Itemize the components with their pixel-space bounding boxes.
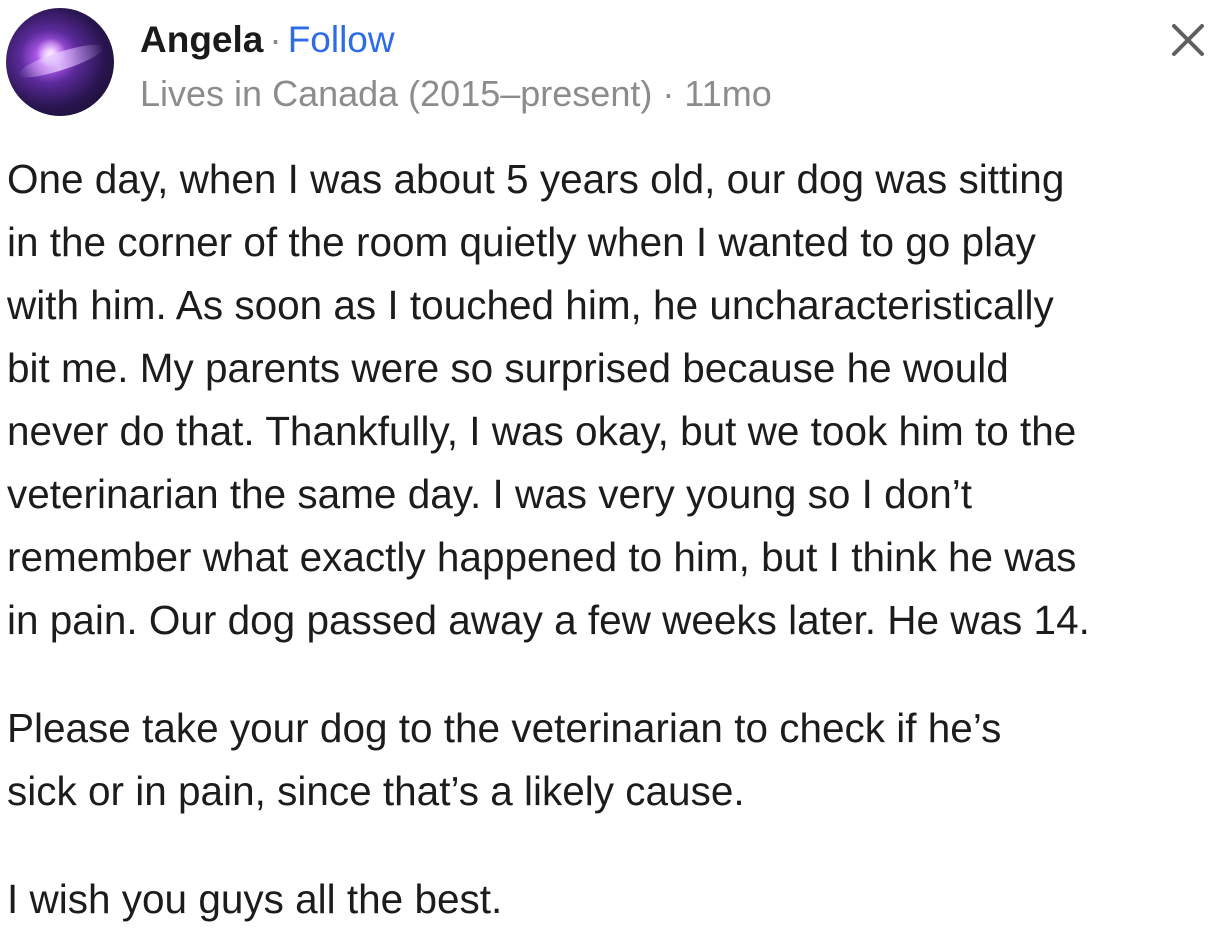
post-body: One day, when I was about 5 years old, o… — [7, 148, 1216, 931]
text-line: sick or in pain, since that’s a likely c… — [7, 768, 745, 814]
avatar[interactable] — [6, 8, 114, 116]
author-line: Angela · Follow — [140, 18, 395, 62]
meta-separator: · — [662, 73, 675, 114]
author-name[interactable]: Angela — [140, 19, 263, 60]
paragraph-2: Please take your dog to the veterinarian… — [7, 697, 1216, 823]
text-line: remember what exactly happened to him, b… — [7, 534, 1077, 580]
text-line: with him. As soon as I touched him, he u… — [7, 282, 1054, 328]
text-line: veterinarian the same day. I was very yo… — [7, 471, 972, 517]
paragraph-1: One day, when I was about 5 years old, o… — [7, 148, 1216, 652]
paragraph-3: I wish you guys all the best. — [7, 868, 1216, 931]
author-credential[interactable]: Lives in Canada (2015–present) — [140, 73, 652, 114]
close-icon — [1164, 16, 1212, 64]
text-line: never do that. Thankfully, I was okay, b… — [7, 408, 1077, 454]
text-line: in pain. Our dog passed away a few weeks… — [7, 597, 1090, 643]
text-line: Please take your dog to the veterinarian… — [7, 705, 1002, 751]
text-line: bit me. My parents were so surprised bec… — [7, 345, 1009, 391]
post-age[interactable]: 11mo — [684, 73, 771, 114]
post-header: Angela · Follow Lives in Canada (2015–pres… — [0, 0, 1216, 130]
author-meta: Lives in Canada (2015–present) · 11mo — [140, 72, 772, 116]
close-button[interactable] — [1164, 16, 1212, 64]
follow-button[interactable]: Follow — [288, 19, 395, 60]
text-line: I wish you guys all the best. — [7, 876, 503, 922]
text-line: in the corner of the room quietly when I… — [7, 219, 1036, 265]
author-separator: · — [269, 19, 282, 60]
text-line: One day, when I was about 5 years old, o… — [7, 156, 1065, 202]
